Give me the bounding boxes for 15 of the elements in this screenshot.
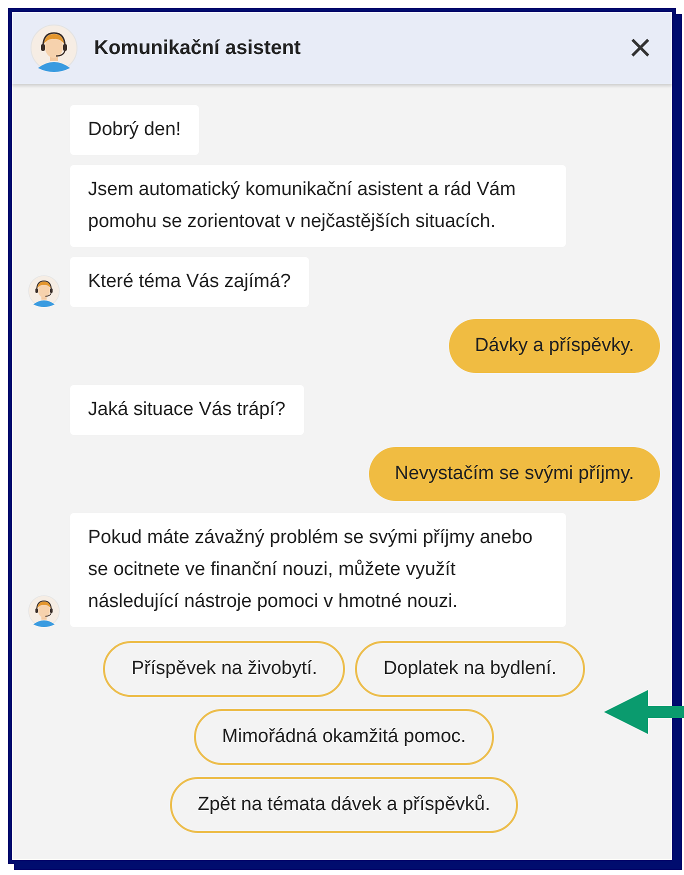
agent-avatar-icon: [30, 24, 78, 72]
bot-message: Jsem automatický komunikační asistent a rád Vám pomohu se zorientovat v nejčastějších situacích.: [70, 165, 566, 247]
close-button[interactable]: ×: [624, 28, 656, 68]
user-message: Dávky a příspěvky.: [448, 319, 660, 373]
option-button[interactable]: Mimořádná okamžitá pomoc.: [194, 709, 494, 765]
option-button[interactable]: Zpět na témata dávek a příspěvků.: [170, 777, 518, 833]
user-message: Nevystačím se svými příjmy.: [368, 447, 660, 501]
arrow-icon: [604, 688, 684, 736]
bot-message: Jaká situace Vás trápí?: [70, 385, 304, 435]
bot-message: Pokud máte závažný problém se svými příjmy anebo se ocitnete ve finanční nouzi, můžete využít následující nástroje pomoci v hmotné nouzi.: [70, 513, 566, 627]
bot-message: Které téma Vás zajímá?: [70, 257, 309, 307]
bot-message: Dobrý den!: [70, 105, 199, 155]
option-button[interactable]: Doplatek na bydlení.: [355, 641, 585, 697]
window-title: Komunikační asistent: [94, 36, 301, 61]
option-button[interactable]: Příspěvek na živobytí.: [103, 641, 346, 697]
